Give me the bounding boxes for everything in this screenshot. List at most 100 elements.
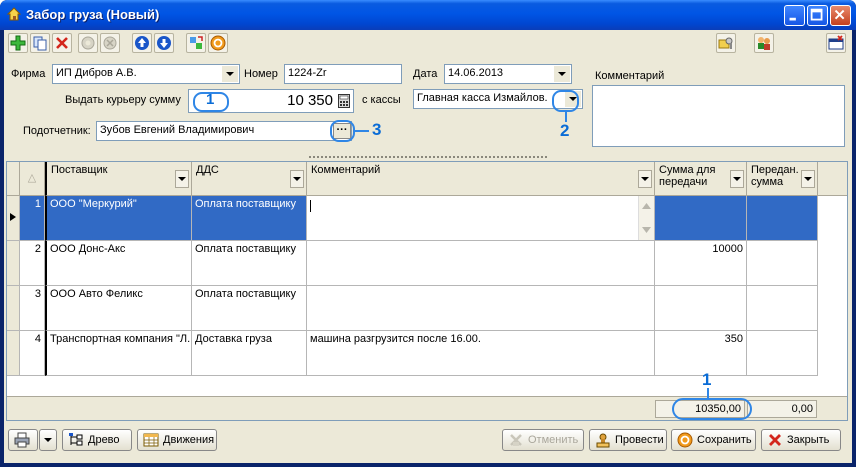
close-button-label: Закрыть <box>787 434 830 446</box>
window-client: Фирма ИП Дибров А.В. Номер 1224-Zr Дата … <box>4 30 852 463</box>
chevron-down-icon[interactable] <box>175 170 189 188</box>
row-2-passed[interactable] <box>747 241 818 286</box>
copy-button[interactable] <box>30 33 50 53</box>
scroll-up-icon[interactable] <box>642 203 651 209</box>
row-indicator <box>7 331 20 376</box>
header-comment-label: Комментарий <box>311 164 381 176</box>
firm-select[interactable]: ИП Дибров А.В. <box>52 64 240 84</box>
copy-icon <box>33 36 47 51</box>
table-icon <box>143 433 159 447</box>
comment-label: Комментарий <box>595 70 665 82</box>
row-2-comment[interactable] <box>307 241 655 286</box>
post-button[interactable]: Провести <box>589 429 667 451</box>
header-sum[interactable]: Сумма для передачи <box>655 162 747 196</box>
row-3-dds[interactable]: Оплата поставщику <box>192 286 307 331</box>
total-passed: 0,00 <box>747 400 817 418</box>
tree-button[interactable]: Древо <box>62 429 132 451</box>
tree-button-label: Древо <box>88 434 120 446</box>
annotation-number-3: 3 <box>372 120 382 139</box>
minimize-button[interactable] <box>784 5 805 26</box>
cancel-posting-button[interactable]: Отменить <box>502 429 584 451</box>
header-dds[interactable]: ДДС <box>192 162 307 196</box>
chevron-down-icon <box>44 438 52 442</box>
chevron-down-icon[interactable] <box>222 66 238 82</box>
disabled-button-2[interactable] <box>100 33 120 53</box>
refresh-button[interactable] <box>208 33 228 53</box>
print-button[interactable] <box>8 429 38 451</box>
row-3-sum[interactable] <box>655 286 747 331</box>
row-1-supplier[interactable]: ООО "Меркурий" <box>45 196 192 241</box>
cashbox-value: Главная касса Измайлов. <box>417 92 548 104</box>
close-window-button[interactable] <box>830 5 851 26</box>
move-up-button[interactable] <box>132 33 152 53</box>
row-3-comment[interactable] <box>307 286 655 331</box>
chevron-down-icon[interactable] <box>638 170 652 188</box>
house-icon <box>6 7 22 21</box>
arrow-up-icon <box>135 36 149 50</box>
splitter-handle[interactable] <box>308 155 548 159</box>
arrow-down-icon <box>157 36 171 50</box>
window-title: Забор груза (Новый) <box>26 7 160 22</box>
title-bar: Забор груза (Новый) <box>0 0 856 30</box>
row-4-supplier[interactable]: Транспортная компания "Л. <box>45 331 192 376</box>
close-document-button[interactable] <box>826 33 846 53</box>
chevron-down-icon[interactable] <box>554 66 570 82</box>
print-menu-button[interactable] <box>39 429 57 451</box>
transfer-button[interactable] <box>186 33 206 53</box>
add-button[interactable] <box>8 33 28 53</box>
date-value: 14.06.2013 <box>448 67 504 79</box>
printer-icon <box>14 432 30 448</box>
app-window: Забор груза (Новый) Фирма ИП Дибров А.В.… <box>0 0 856 467</box>
cancel-posting-label: Отменить <box>528 434 579 446</box>
row-4-passed[interactable] <box>747 331 818 376</box>
movements-button[interactable]: Движения <box>137 429 217 451</box>
row-2-number: 2 <box>20 241 45 286</box>
row-3-passed[interactable] <box>747 286 818 331</box>
chevron-down-icon[interactable] <box>801 170 815 188</box>
chevron-down-icon[interactable] <box>290 170 304 188</box>
annotation-ring-1b <box>672 398 752 420</box>
row-number-header[interactable]: △ <box>20 162 45 196</box>
users-button[interactable] <box>754 33 774 53</box>
row-2-sum[interactable]: 10000 <box>655 241 747 286</box>
stamp-icon <box>596 433 610 448</box>
row-1-number: 1 <box>20 196 45 241</box>
close-button[interactable]: Закрыть <box>761 429 841 451</box>
row-4-comment[interactable]: машина разгрузится после 16.00. <box>307 331 655 376</box>
header-sum-label: Сумма для передачи <box>659 164 716 188</box>
header-supplier[interactable]: Поставщик <box>45 162 192 196</box>
calculator-icon[interactable] <box>338 94 350 108</box>
cancel-posting-icon <box>510 434 522 446</box>
row-4-dds[interactable]: Доставка груза <box>192 331 307 376</box>
save-button[interactable]: Сохранить <box>671 429 756 451</box>
row-1-passed[interactable] <box>747 196 818 241</box>
row-4-sum[interactable]: 350 <box>655 331 747 376</box>
disabled-button-1[interactable] <box>78 33 98 53</box>
close-icon <box>769 434 781 446</box>
items-grid: △ Поставщик ДДС Комментарий Сумма для пе… <box>6 161 848 421</box>
scroll-down-icon[interactable] <box>642 227 651 233</box>
header-passed[interactable]: Передан. сумма <box>747 162 818 196</box>
cashbox-label: с кассы <box>362 94 401 106</box>
number-label: Номер <box>244 68 278 80</box>
row-2-dds[interactable]: Оплата поставщику <box>192 241 307 286</box>
accountable-input[interactable]: Зубов Евгений Владимирович <box>96 121 352 141</box>
number-input[interactable]: 1224-Zr <box>284 64 402 84</box>
row-3-supplier[interactable]: ООО Авто Феликс <box>45 286 192 331</box>
header-comment[interactable]: Комментарий <box>307 162 655 196</box>
row-indicator <box>7 241 20 286</box>
comment-scrollbar[interactable] <box>638 196 654 240</box>
courier-sum-label: Выдать курьеру сумму <box>65 94 181 106</box>
date-picker[interactable]: 14.06.2013 <box>444 64 572 84</box>
row-1-dds[interactable]: Оплата поставщику <box>192 196 307 241</box>
comment-textarea[interactable] <box>592 85 845 147</box>
chevron-down-icon[interactable] <box>730 170 744 188</box>
move-down-button[interactable] <box>154 33 174 53</box>
row-1-sum[interactable] <box>655 196 747 241</box>
row-1-comment-editor[interactable] <box>307 196 655 241</box>
header-dds-label: ДДС <box>196 164 219 176</box>
attachments-button[interactable] <box>716 33 736 53</box>
delete-button[interactable] <box>52 33 72 53</box>
maximize-button[interactable] <box>807 5 828 26</box>
row-2-supplier[interactable]: ООО Донс-Акс <box>45 241 192 286</box>
